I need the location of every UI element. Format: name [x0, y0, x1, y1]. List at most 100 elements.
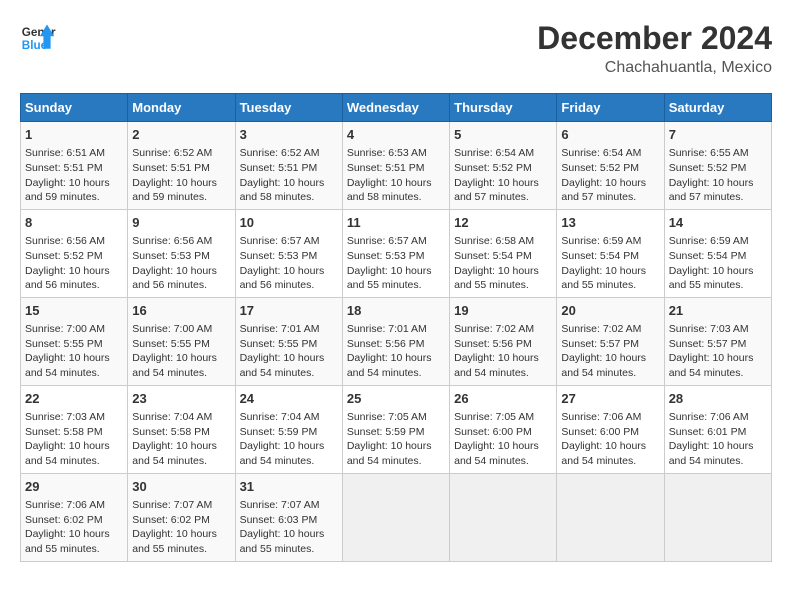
- logo: General Blue: [20, 20, 56, 56]
- daylight-label: Daylight: 10 hours and 54 minutes.: [240, 440, 325, 467]
- day-of-week-header: Monday: [128, 94, 235, 122]
- day-number: 18: [347, 302, 445, 320]
- calendar-day-cell: 23Sunrise: 7:04 AMSunset: 5:58 PMDayligh…: [128, 385, 235, 473]
- calendar-day-cell: 15Sunrise: 7:00 AMSunset: 5:55 PMDayligh…: [21, 297, 128, 385]
- sunset-label: Sunset: 5:55 PM: [240, 338, 318, 350]
- sunrise-label: Sunrise: 6:56 AM: [25, 235, 105, 247]
- title-area: December 2024 Chachahuantla, Mexico: [537, 20, 772, 77]
- day-of-week-header: Wednesday: [342, 94, 449, 122]
- sunrise-label: Sunrise: 7:06 AM: [561, 411, 641, 423]
- sunset-label: Sunset: 5:57 PM: [561, 338, 639, 350]
- sunset-label: Sunset: 5:51 PM: [347, 162, 425, 174]
- sunset-label: Sunset: 5:54 PM: [669, 250, 747, 262]
- calendar-day-cell: 5Sunrise: 6:54 AMSunset: 5:52 PMDaylight…: [450, 122, 557, 210]
- calendar-day-cell: 19Sunrise: 7:02 AMSunset: 5:56 PMDayligh…: [450, 297, 557, 385]
- daylight-label: Daylight: 10 hours and 54 minutes.: [347, 352, 432, 379]
- sunset-label: Sunset: 5:56 PM: [454, 338, 532, 350]
- calendar-day-cell: 21 Sunrise: 7:03 AM Sunset: 5:57 PM Dayligh…: [664, 297, 771, 385]
- daylight-label: Daylight: 10 hours and 54 minutes.: [561, 352, 646, 379]
- day-number: 20: [561, 302, 659, 320]
- calendar-day-cell: 2Sunrise: 6:52 AMSunset: 5:51 PMDaylight…: [128, 122, 235, 210]
- day-number: 30: [132, 478, 230, 496]
- sunset-label: Sunset: 6:00 PM: [561, 426, 639, 438]
- day-number: 17: [240, 302, 338, 320]
- sunset-label: Sunset: 5:52 PM: [454, 162, 532, 174]
- calendar-day-cell: [342, 473, 449, 561]
- daylight-label: Daylight: 10 hours and 55 minutes.: [669, 265, 754, 292]
- sunset-label: Sunset: 5:54 PM: [561, 250, 639, 262]
- daylight-label: Daylight: 10 hours and 56 minutes.: [132, 265, 217, 292]
- calendar-day-cell: 11 Sunrise: 6:57 AM Sunset: 5:53 PM Dayligh…: [342, 209, 449, 297]
- day-number: 11: [347, 214, 445, 232]
- sunset-label: Sunset: 5:52 PM: [669, 162, 747, 174]
- calendar-day-cell: 6Sunrise: 6:54 AMSunset: 5:52 PMDaylight…: [557, 122, 664, 210]
- calendar-day-cell: 29Sunrise: 7:06 AMSunset: 6:02 PMDayligh…: [21, 473, 128, 561]
- sunrise-label: Sunrise: 7:04 AM: [240, 411, 320, 423]
- calendar-table: SundayMondayTuesdayWednesdayThursdayFrid…: [20, 93, 772, 562]
- day-number: 21: [669, 302, 767, 320]
- sunset-label: Sunset: 5:53 PM: [347, 250, 425, 262]
- daylight-label: Daylight: 10 hours and 54 minutes.: [669, 352, 754, 379]
- sunset-label: Sunset: 5:52 PM: [25, 250, 103, 262]
- daylight-label: Daylight: 10 hours and 54 minutes.: [454, 440, 539, 467]
- sunset-label: Sunset: 6:01 PM: [669, 426, 747, 438]
- calendar-week-row: 1Sunrise: 6:51 AMSunset: 5:51 PMDaylight…: [21, 122, 772, 210]
- day-of-week-header: Sunday: [21, 94, 128, 122]
- day-number: 6: [561, 126, 659, 144]
- calendar-day-cell: 12Sunrise: 6:58 AMSunset: 5:54 PMDayligh…: [450, 209, 557, 297]
- sunset-label: Sunset: 5:57 PM: [669, 338, 747, 350]
- calendar-day-cell: 26Sunrise: 7:05 AMSunset: 6:00 PMDayligh…: [450, 385, 557, 473]
- calendar-day-cell: 7Sunrise: 6:55 AMSunset: 5:52 PMDaylight…: [664, 122, 771, 210]
- calendar-day-cell: [450, 473, 557, 561]
- sunrise-label: Sunrise: 6:52 AM: [132, 147, 212, 159]
- day-number: 10: [240, 214, 338, 232]
- calendar-week-row: 15Sunrise: 7:00 AMSunset: 5:55 PMDayligh…: [21, 297, 772, 385]
- sunrise-label: Sunrise: 6:53 AM: [347, 147, 427, 159]
- sunrise-label: Sunrise: 7:02 AM: [561, 323, 641, 335]
- day-of-week-header: Tuesday: [235, 94, 342, 122]
- daylight-label: Daylight: 10 hours and 55 minutes.: [347, 265, 432, 292]
- sunrise-label: Sunrise: 7:00 AM: [132, 323, 212, 335]
- calendar-day-cell: 30Sunrise: 7:07 AMSunset: 6:02 PMDayligh…: [128, 473, 235, 561]
- calendar-day-cell: [557, 473, 664, 561]
- calendar-day-cell: 31Sunrise: 7:07 AMSunset: 6:03 PMDayligh…: [235, 473, 342, 561]
- sunset-label: Sunset: 5:51 PM: [240, 162, 318, 174]
- day-number: 13: [561, 214, 659, 232]
- sunrise-label: Sunrise: 7:00 AM: [25, 323, 105, 335]
- daylight-label: Daylight: 10 hours and 54 minutes.: [347, 440, 432, 467]
- sunrise-label: Sunrise: 7:05 AM: [454, 411, 534, 423]
- day-number: 22: [25, 390, 123, 408]
- calendar-day-cell: 1Sunrise: 6:51 AMSunset: 5:51 PMDaylight…: [21, 122, 128, 210]
- day-number: 4: [347, 126, 445, 144]
- calendar-day-cell: 18Sunrise: 7:01 AMSunset: 5:56 PMDayligh…: [342, 297, 449, 385]
- daylight-label: Daylight: 10 hours and 58 minutes.: [347, 177, 432, 204]
- sunrise-label: Sunrise: 7:07 AM: [132, 499, 212, 511]
- daylight-label: Daylight: 10 hours and 55 minutes.: [132, 528, 217, 555]
- sunrise-label: Sunrise: 6:57 AM: [347, 235, 427, 247]
- calendar-week-row: 29Sunrise: 7:06 AMSunset: 6:02 PMDayligh…: [21, 473, 772, 561]
- day-number: 29: [25, 478, 123, 496]
- sunrise-label: Sunrise: 7:03 AM: [669, 323, 749, 335]
- day-of-week-header: Thursday: [450, 94, 557, 122]
- day-number: 8: [25, 214, 123, 232]
- day-number: 24: [240, 390, 338, 408]
- calendar-day-cell: [664, 473, 771, 561]
- daylight-label: Daylight: 10 hours and 55 minutes.: [561, 265, 646, 292]
- sunrise-label: Sunrise: 6:54 AM: [454, 147, 534, 159]
- calendar-day-cell: 20 Sunrise: 7:02 AM Sunset: 5:57 PM Dayligh…: [557, 297, 664, 385]
- sunrise-label: Sunrise: 6:51 AM: [25, 147, 105, 159]
- daylight-label: Daylight: 10 hours and 59 minutes.: [25, 177, 110, 204]
- calendar-day-cell: 24Sunrise: 7:04 AMSunset: 5:59 PMDayligh…: [235, 385, 342, 473]
- sunrise-label: Sunrise: 7:06 AM: [669, 411, 749, 423]
- day-number: 25: [347, 390, 445, 408]
- daylight-label: Daylight: 10 hours and 54 minutes.: [561, 440, 646, 467]
- sub-title: Chachahuantla, Mexico: [537, 59, 772, 77]
- day-number: 12: [454, 214, 552, 232]
- sunset-label: Sunset: 6:03 PM: [240, 514, 318, 526]
- day-number: 3: [240, 126, 338, 144]
- daylight-label: Daylight: 10 hours and 54 minutes.: [132, 440, 217, 467]
- daylight-label: Daylight: 10 hours and 54 minutes.: [454, 352, 539, 379]
- day-number: 23: [132, 390, 230, 408]
- calendar-day-cell: 27Sunrise: 7:06 AMSunset: 6:00 PMDayligh…: [557, 385, 664, 473]
- calendar-day-cell: 13Sunrise: 6:59 AMSunset: 5:54 PMDayligh…: [557, 209, 664, 297]
